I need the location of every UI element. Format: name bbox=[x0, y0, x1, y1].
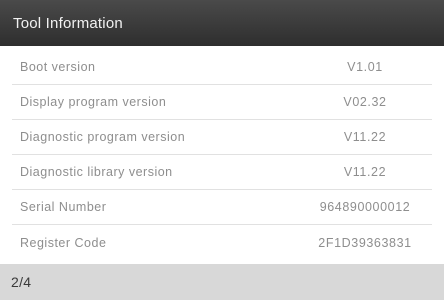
boot-version-label: Boot version bbox=[20, 60, 96, 74]
info-row-serial-number[interactable]: Serial Number 964890000012 bbox=[12, 190, 432, 225]
diagnostic-library-version-label: Diagnostic library version bbox=[20, 165, 173, 179]
footer-bar: 2/4 bbox=[0, 264, 444, 300]
info-row-boot-version[interactable]: Boot version V1.01 bbox=[12, 50, 432, 85]
diagnostic-program-version-label: Diagnostic program version bbox=[20, 130, 186, 144]
diagnostic-program-version-value: V11.22 bbox=[343, 130, 387, 144]
tool-information-screen: Tool Information Boot version V1.01 Disp… bbox=[0, 0, 444, 300]
diagnostic-library-version-value: V11.22 bbox=[343, 165, 387, 179]
page-indicator: 2/4 bbox=[11, 274, 32, 290]
register-code-value: 2F1D39363831 bbox=[318, 235, 412, 250]
info-row-display-program-version[interactable]: Display program version V02.32 bbox=[12, 85, 432, 120]
serial-number-label: Serial Number bbox=[20, 200, 107, 214]
title-bar: Tool Information bbox=[0, 0, 444, 46]
display-program-version-label: Display program version bbox=[20, 95, 167, 109]
page-title: Tool Information bbox=[13, 14, 123, 32]
info-list[interactable]: Boot version V1.01 Display program versi… bbox=[0, 46, 444, 264]
boot-version-value: V1.01 bbox=[347, 60, 383, 74]
register-code-label: Register Code bbox=[20, 235, 107, 250]
info-row-diagnostic-program-version[interactable]: Diagnostic program version V11.22 bbox=[12, 120, 432, 155]
info-row-register-code[interactable]: Register Code 2F1D39363831 bbox=[12, 225, 432, 260]
info-row-diagnostic-library-version[interactable]: Diagnostic library version V11.22 bbox=[12, 155, 432, 190]
serial-number-value: 964890000012 bbox=[319, 200, 411, 214]
display-program-version-value: V02.32 bbox=[343, 95, 387, 109]
